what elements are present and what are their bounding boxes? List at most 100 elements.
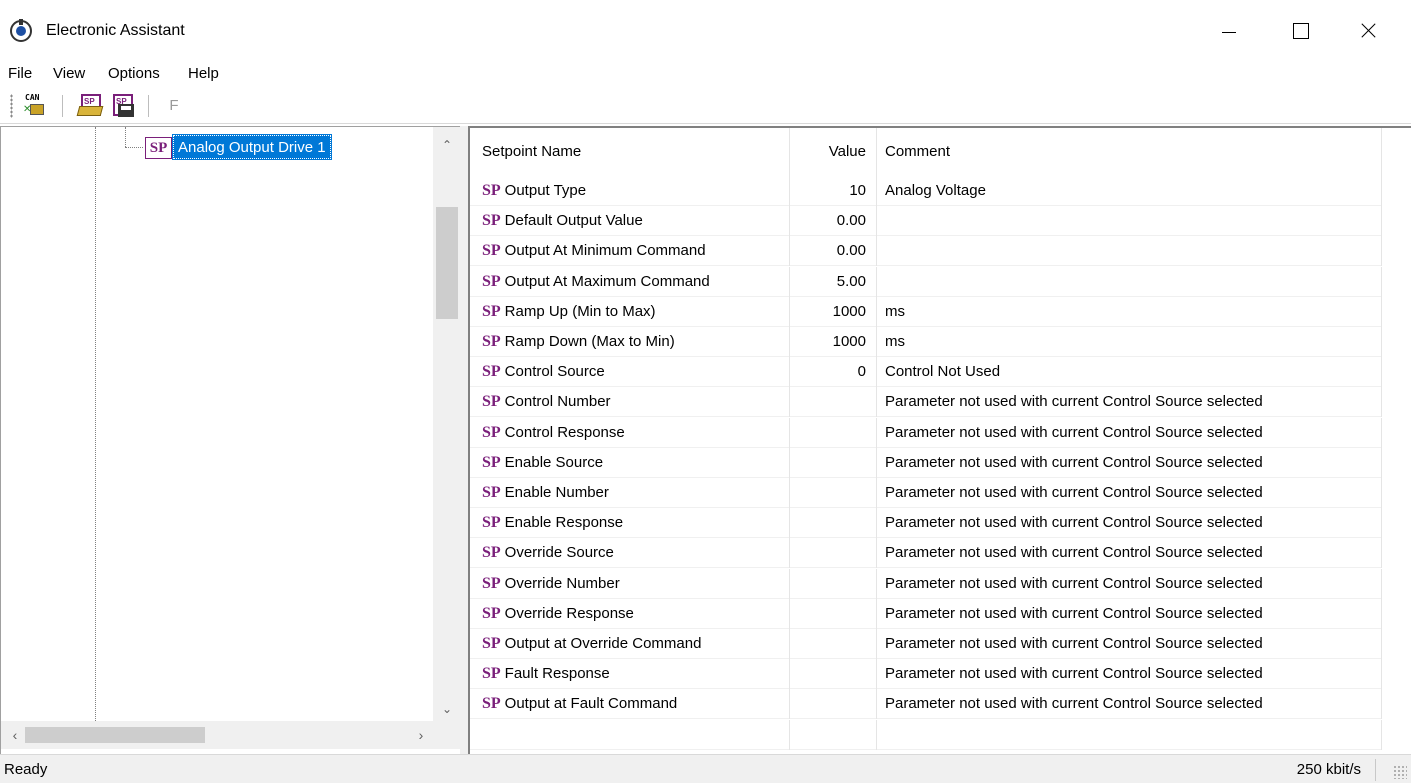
- column-header-value[interactable]: Value: [790, 128, 877, 176]
- setpoint-name-cell[interactable]: SP Control Response: [470, 417, 790, 448]
- setpoint-name-cell[interactable]: SP Output At Minimum Command: [470, 236, 790, 267]
- save-setpoint-button[interactable]: SP: [110, 92, 138, 120]
- table-row[interactable]: SP Override Source Parameter not used with…: [470, 538, 1382, 569]
- table-row[interactable]: SP Output At Minimum Command 0.00: [470, 236, 1382, 267]
- setpoint-name: Control Number: [504, 393, 611, 411]
- resize-grip-icon[interactable]: [1393, 765, 1407, 779]
- table-row[interactable]: SP Enable Source Parameter not used with c…: [470, 447, 1382, 478]
- setpoint-value-cell[interactable]: [790, 538, 877, 569]
- setpoint-name: Output Type: [504, 182, 587, 199]
- setpoint-value-cell[interactable]: 1000: [790, 296, 877, 327]
- setpoint-comment-cell: Parameter not used with current Control …: [877, 417, 1382, 448]
- open-setpoint-button[interactable]: SP: [76, 92, 106, 120]
- setpoint-value-cell[interactable]: 5.00: [790, 266, 877, 297]
- setpoint-name-cell[interactable]: SP Ramp Up (Min to Max): [470, 296, 790, 327]
- setpoint-name-cell[interactable]: SP Enable Source: [470, 447, 790, 478]
- setpoint-comment-cell: ms: [877, 296, 1382, 327]
- menu-file[interactable]: File: [8, 62, 32, 86]
- setpoint-name-cell[interactable]: SP Fault Response: [470, 659, 790, 690]
- setpoint-value-cell[interactable]: [790, 629, 877, 659]
- table-row[interactable]: SP Override Response Parameter not used wi…: [470, 598, 1382, 629]
- open-folder-icon: [76, 106, 104, 116]
- table-row[interactable]: SP Control Number Parameter not used with …: [470, 387, 1382, 418]
- setpoint-value-cell[interactable]: 10: [790, 176, 877, 206]
- setpoint-value-cell[interactable]: [790, 447, 877, 478]
- setpoint-name-cell[interactable]: SP Output At Maximum Command: [470, 266, 790, 297]
- scrollbar-thumb[interactable]: [25, 727, 205, 743]
- scrollbar-thumb[interactable]: [436, 207, 458, 319]
- close-button[interactable]: [1336, 0, 1400, 62]
- setpoint-value-cell[interactable]: [790, 508, 877, 539]
- menu-options[interactable]: Options: [108, 62, 160, 86]
- setpoint-value-cell[interactable]: 0.00: [790, 236, 877, 267]
- table-row[interactable]: SP Output at Fault Command Parameter not u…: [470, 689, 1382, 720]
- toolbar-separator: [62, 95, 63, 117]
- setpoint-name: Enable Source: [504, 453, 604, 471]
- table-row[interactable]: SP Ramp Up (Min to Max) 1000 ms: [470, 296, 1382, 327]
- tree-vertical-scrollbar[interactable]: ⌃ ⌄: [433, 127, 461, 721]
- tree-item-analog-output-drive-1[interactable]: Analog Output Drive 1: [172, 134, 332, 160]
- setpoint-name: Ramp Up (Min to Max): [504, 302, 656, 320]
- setpoint-name-cell[interactable]: SP Output Type: [470, 176, 790, 206]
- column-header-comment[interactable]: Comment: [877, 128, 1382, 176]
- panel-splitter[interactable]: [460, 126, 468, 754]
- table-row[interactable]: SP Ramp Down (Max to Min) 1000 ms: [470, 327, 1382, 357]
- setpoint-name-cell[interactable]: SP Control Source: [470, 357, 790, 388]
- flash-button[interactable]: F: [160, 92, 188, 120]
- setpoint-comment-cell: [877, 236, 1382, 267]
- chevron-down-icon[interactable]: ⌄: [433, 697, 461, 721]
- setpoint-name: Enable Response: [504, 514, 624, 532]
- chevron-up-icon[interactable]: ⌃: [433, 133, 461, 157]
- setpoint-name-cell[interactable]: SP Output at Override Command: [470, 629, 790, 659]
- chevron-right-icon[interactable]: ›: [409, 721, 433, 749]
- setpoint-value-cell[interactable]: [790, 598, 877, 629]
- table-row[interactable]: SP Output Type 10 Analog Voltage: [470, 176, 1382, 206]
- table-row[interactable]: SP Enable Number Parameter not used with c…: [470, 478, 1382, 508]
- table-row[interactable]: SP Output at Override Command Parameter no…: [470, 629, 1382, 659]
- table-row[interactable]: SP Default Output Value 0.00: [470, 206, 1382, 237]
- setpoint-name-cell[interactable]: SP Enable Response: [470, 508, 790, 539]
- setpoint-value-cell[interactable]: [790, 387, 877, 418]
- setpoint-value-cell[interactable]: [790, 568, 877, 599]
- menu-help[interactable]: Help: [188, 62, 219, 86]
- setpoint-icon: SP: [482, 453, 501, 471]
- menu-view[interactable]: View: [53, 62, 85, 86]
- can-connect-button[interactable]: CAN ✕: [22, 92, 50, 120]
- setpoint-comment-cell: ms: [877, 327, 1382, 357]
- tree-panel[interactable]: SP Analog Output Drive 1 ⌃ ⌄ ‹ ›: [0, 126, 461, 754]
- table-row[interactable]: SP Enable Response Parameter not used with…: [470, 508, 1382, 539]
- setpoint-name-cell[interactable]: SP Enable Number: [470, 478, 790, 508]
- setpoint-name-cell[interactable]: SP Override Response: [470, 598, 790, 629]
- setpoint-value-cell[interactable]: [790, 659, 877, 690]
- chevron-left-icon[interactable]: ‹: [3, 721, 27, 749]
- table-row[interactable]: SP Fault Response Parameter not used with …: [470, 659, 1382, 690]
- tree-horizontal-scrollbar[interactable]: ‹ ›: [1, 721, 433, 749]
- setpoint-value-cell[interactable]: 0: [790, 357, 877, 388]
- table-row[interactable]: SP Control Response Parameter not used wit…: [470, 417, 1382, 448]
- setpoint-icon: SP: [482, 242, 501, 260]
- setpoint-name-cell[interactable]: SP Control Number: [470, 387, 790, 418]
- table-row[interactable]: SP Override Number Parameter not used with…: [470, 568, 1382, 599]
- table-row[interactable]: SP Output At Maximum Command 5.00: [470, 266, 1382, 297]
- toolbar-grip[interactable]: [10, 94, 13, 118]
- setpoint-icon: SP: [482, 695, 501, 713]
- setpoint-name-cell[interactable]: SP Default Output Value: [470, 206, 790, 237]
- table-row[interactable]: SP Control Source 0 Control Not Used: [470, 357, 1382, 388]
- setpoint-value-cell[interactable]: [790, 478, 877, 508]
- setpoint-name-cell[interactable]: SP Ramp Down (Max to Min): [470, 327, 790, 357]
- setpoint-comment-cell: Parameter not used with current Control …: [877, 478, 1382, 508]
- setpoint-value-cell[interactable]: [790, 689, 877, 720]
- setpoint-value-cell[interactable]: [790, 417, 877, 448]
- setpoint-value-cell[interactable]: 0.00: [790, 206, 877, 237]
- setpoint-icon: SP: [482, 302, 501, 320]
- setpoint-name: Default Output Value: [504, 212, 643, 230]
- setpoint-icon: SP: [482, 665, 501, 683]
- setpoint-value-cell[interactable]: 1000: [790, 327, 877, 357]
- minimize-button[interactable]: [1196, 0, 1260, 62]
- setpoint-name-cell[interactable]: SP Output at Fault Command: [470, 689, 790, 720]
- setpoint-name-cell[interactable]: SP Override Source: [470, 538, 790, 569]
- column-header-setpoint-name[interactable]: Setpoint Name: [470, 128, 790, 176]
- setpoint-name-cell[interactable]: SP Override Number: [470, 568, 790, 599]
- status-text: Ready: [4, 761, 48, 778]
- maximize-button[interactable]: [1266, 0, 1330, 62]
